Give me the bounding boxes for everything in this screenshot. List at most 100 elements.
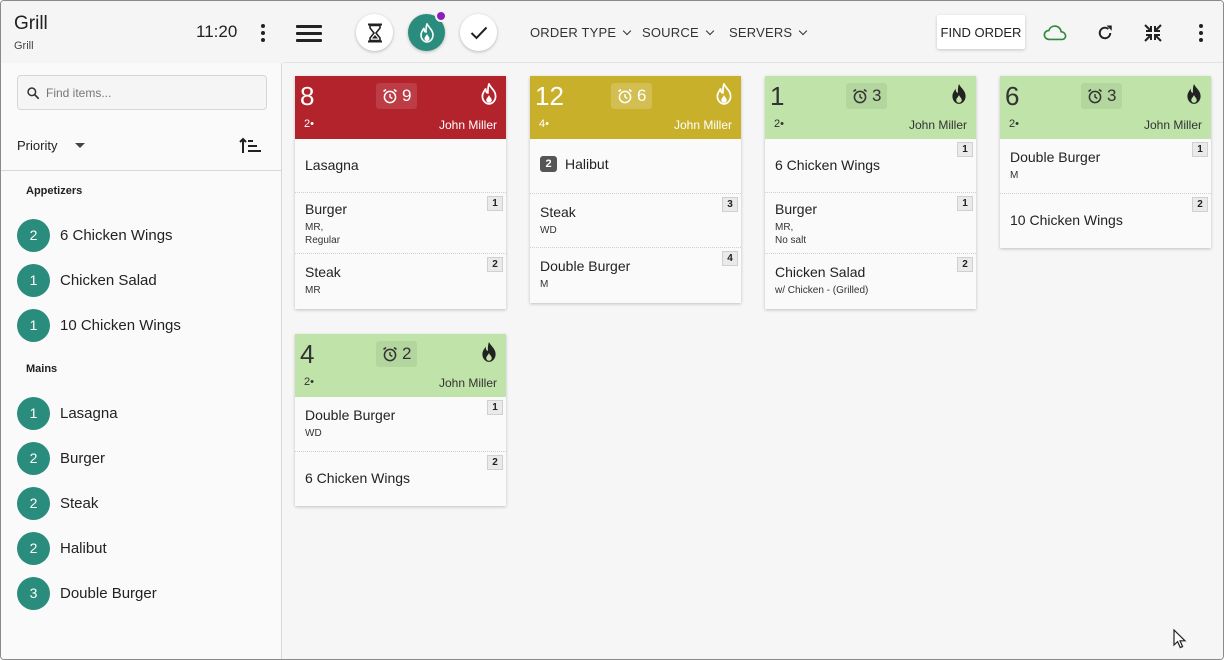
order-ticket[interactable]: 4 2 2• John Miller Double Burger WD 1 6 … (295, 334, 506, 506)
sidebar-item-label: 10 Chicken Wings (60, 316, 181, 334)
ticket-header[interactable]: 4 2 2• John Miller (295, 334, 506, 397)
sidebar-item-label: 6 Chicken Wings (60, 226, 173, 244)
sort-dropdown[interactable]: Priority (17, 138, 86, 153)
sidebar-divider (1, 170, 282, 171)
sidebar-item-label: Chicken Salad (60, 271, 157, 289)
sidebar-item[interactable]: 2 6 Chicken Wings (17, 218, 173, 252)
count-badge: 2 (17, 441, 50, 475)
count-badge: 1 (17, 396, 50, 430)
guest-count: 2• (774, 118, 784, 130)
sidebar-item[interactable]: 1 Chicken Salad (17, 263, 157, 297)
ticket-item[interactable]: 6 Chicken Wings 2 (295, 452, 506, 506)
sidebar-item[interactable]: 2 Halibut (17, 531, 107, 565)
order-ticket[interactable]: 6 3 2• John Miller Double Burger M 1 10 … (1000, 76, 1211, 248)
section-title-mains: Mains (26, 363, 58, 375)
item-name: Chicken Salad (775, 264, 866, 280)
seat-badge: 1 (487, 196, 503, 211)
seat-badge: 2 (487, 455, 503, 470)
sidebar-item[interactable]: 2 Burger (17, 441, 105, 475)
seat-badge: 2 (957, 257, 973, 272)
sidebar-item[interactable]: 3 Double Burger (17, 576, 157, 610)
timer-value: 2 (402, 344, 412, 363)
search-field[interactable] (17, 75, 267, 110)
cloud-status-icon[interactable] (1043, 21, 1067, 45)
filter-source[interactable]: SOURCE (642, 25, 715, 40)
ticket-item[interactable]: Lasagna (295, 139, 506, 193)
filter-servers[interactable]: SERVERS (729, 25, 808, 40)
more-options-icon[interactable] (1191, 21, 1211, 45)
ticket-item[interactable]: Double Burger M 4 (530, 248, 741, 303)
flame-icon[interactable] (480, 83, 498, 105)
item-modifier: No salt (775, 235, 807, 246)
filter-order-type[interactable]: ORDER TYPE (530, 25, 632, 40)
seat-badge: 1 (957, 142, 973, 157)
completed-orders-button[interactable] (460, 14, 497, 51)
alarm-clock-icon (618, 88, 632, 104)
item-name: 6 Chicken Wings (775, 157, 881, 173)
sidebar-item-label: Lasagna (60, 404, 118, 422)
search-input[interactable] (46, 85, 256, 100)
flame-icon[interactable] (950, 83, 968, 105)
menu-icon[interactable] (296, 25, 322, 43)
flame-icon[interactable] (715, 83, 733, 105)
ticket-header[interactable]: 6 3 2• John Miller (1000, 76, 1211, 139)
station-menu-icon[interactable] (253, 21, 273, 45)
sort-direction-icon[interactable] (239, 137, 261, 155)
ticket-number: 6 (1005, 81, 1020, 111)
filter-label: SERVERS (729, 25, 793, 40)
find-order-button[interactable]: FIND ORDER (937, 15, 1025, 49)
item-name: Double Burger (1010, 149, 1101, 165)
count-badge: 2 (17, 486, 50, 520)
ticket-item[interactable]: Steak WD 3 (530, 194, 741, 248)
notification-dot (435, 10, 447, 22)
order-ticket[interactable]: 12 6 4• John Miller 2 Halibut Steak WD 3 (530, 76, 741, 303)
sidebar-item[interactable]: 1 10 Chicken Wings (17, 308, 181, 342)
refresh-icon[interactable] (1093, 21, 1117, 45)
ticket-item[interactable]: Burger MR, No salt 1 (765, 193, 976, 254)
ticket-number: 8 (300, 81, 315, 111)
top-toolbar: ORDER TYPE SOURCE SERVERS FIND ORDER (283, 1, 1223, 63)
ticket-header[interactable]: 8 9 2• John Miller (295, 76, 506, 139)
ticket-timer: 3 (1081, 83, 1123, 109)
ticket-item[interactable]: Chicken Salad w/ Chicken - (Grilled) 2 (765, 254, 976, 309)
seat-badge: 1 (487, 400, 503, 415)
item-modifier: M (1010, 170, 1019, 181)
item-modifier: MR (305, 285, 321, 296)
order-ticket[interactable]: 8 9 2• John Miller Lasagna Burger MR, Re… (295, 76, 506, 309)
item-modifier: Regular (305, 235, 341, 246)
flame-icon[interactable] (480, 341, 498, 363)
guest-count: 4• (539, 118, 549, 130)
count-badge: 3 (17, 576, 50, 610)
sidebar-item-label: Halibut (60, 539, 107, 557)
flame-icon[interactable] (1185, 83, 1203, 105)
ticket-item[interactable]: 2 Halibut (530, 139, 741, 194)
timer-value: 3 (1107, 86, 1117, 105)
flame-icon (419, 22, 434, 43)
ticket-item[interactable]: 10 Chicken Wings 2 (1000, 194, 1211, 248)
ticket-timer: 3 (846, 83, 888, 109)
ticket-item[interactable]: Burger MR, Regular 1 (295, 193, 506, 254)
guest-icon: • (545, 118, 549, 130)
order-ticket[interactable]: 1 3 2• John Miller 6 Chicken Wings 1 Bur… (765, 76, 976, 309)
check-icon (470, 26, 487, 39)
ticket-header[interactable]: 1 3 2• John Miller (765, 76, 976, 139)
ticket-item[interactable]: Steak MR 2 (295, 254, 506, 309)
ticket-header[interactable]: 12 6 4• John Miller (530, 76, 741, 139)
pending-orders-button[interactable] (356, 14, 393, 51)
fire-orders-button[interactable] (408, 10, 447, 51)
sidebar-item[interactable]: 2 Steak (17, 486, 98, 520)
sidebar-item[interactable]: 1 Lasagna (17, 396, 118, 430)
ticket-item[interactable]: Double Burger M 1 (1000, 139, 1211, 194)
item-name: Double Burger (540, 258, 631, 274)
item-modifier: w/ Chicken - (Grilled) (775, 285, 869, 296)
item-modifier: WD (305, 428, 322, 439)
ticket-item[interactable]: Double Burger WD 1 (295, 397, 506, 452)
collapse-icon[interactable] (1141, 21, 1165, 45)
timer-value: 3 (872, 86, 882, 105)
hourglass-icon (367, 23, 382, 42)
guest-count: 2• (304, 376, 314, 388)
search-icon (27, 86, 40, 99)
guest-icon: • (310, 118, 314, 130)
ticket-item[interactable]: 6 Chicken Wings 1 (765, 139, 976, 193)
guest-icon: • (780, 118, 784, 130)
